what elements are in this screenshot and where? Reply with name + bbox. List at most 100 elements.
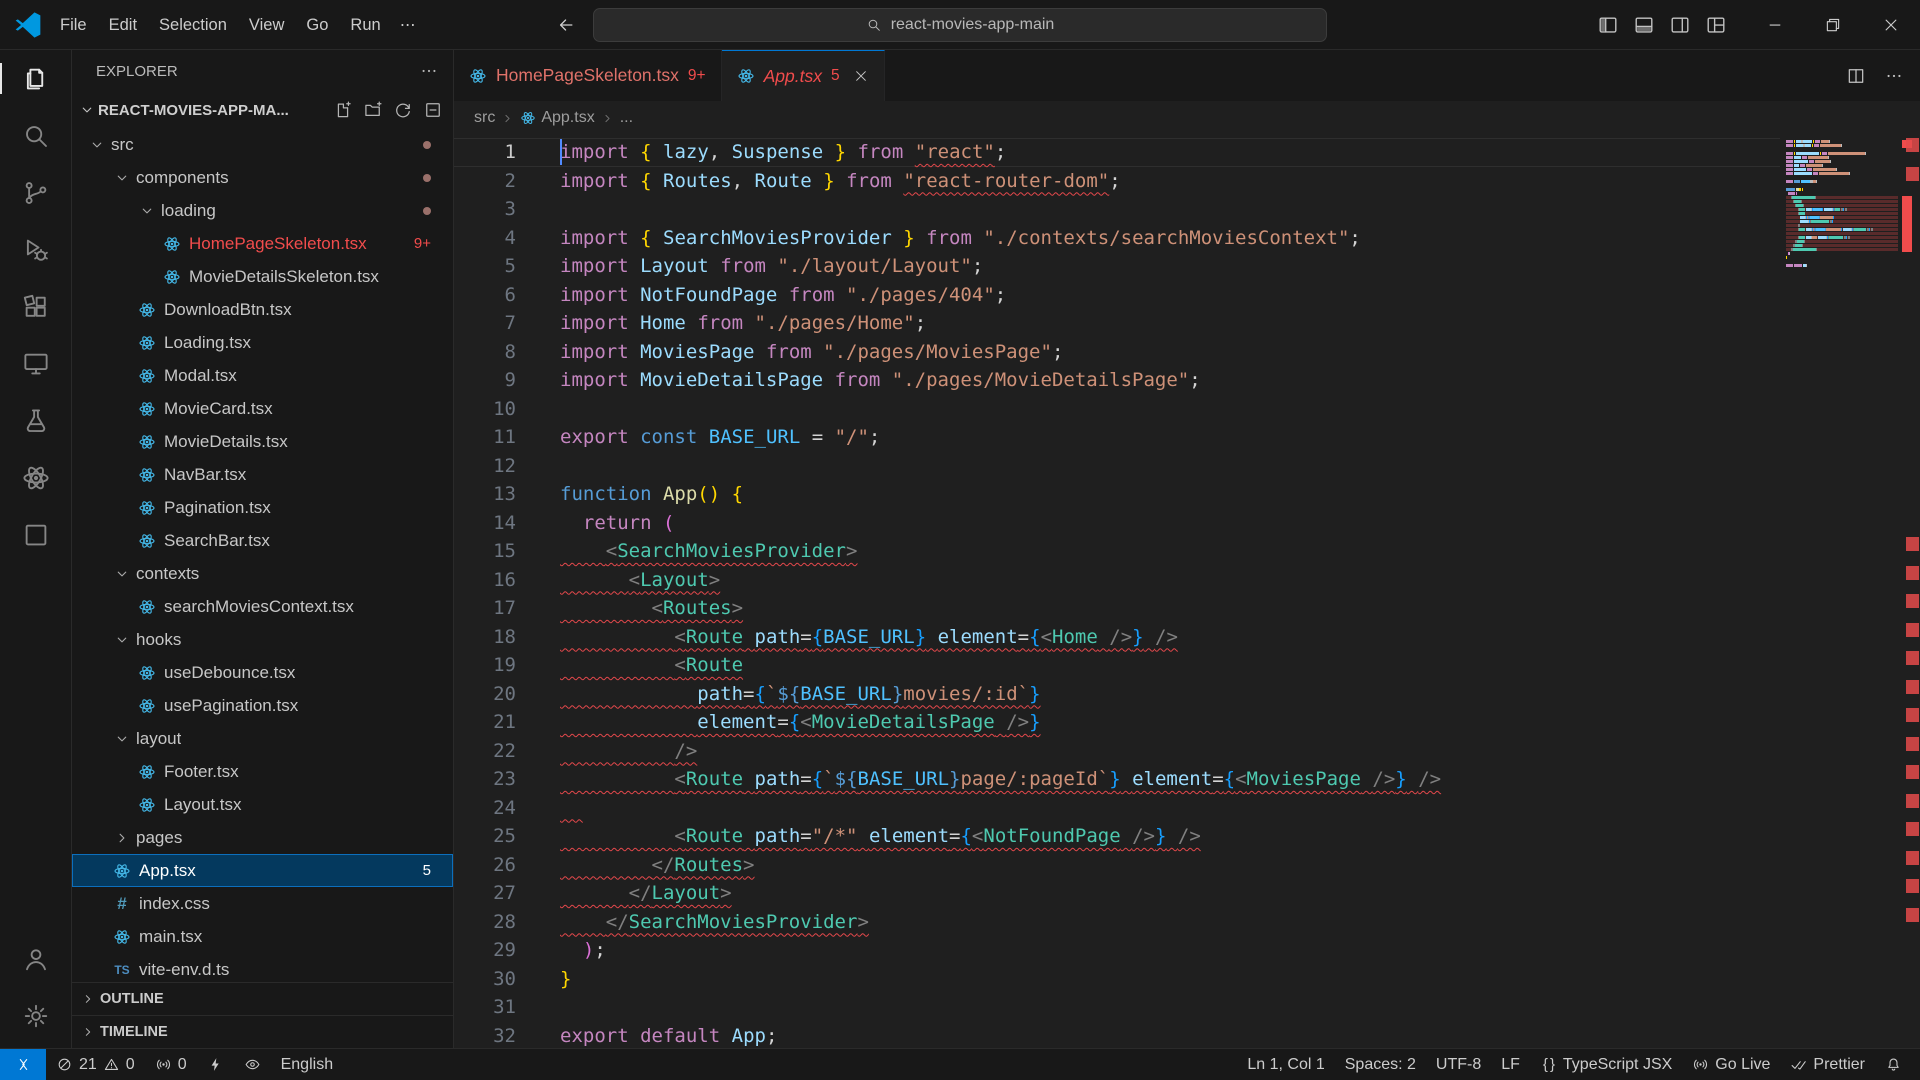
explorer-more-actions-icon[interactable] [419, 61, 439, 81]
folder-contexts[interactable]: contexts [72, 557, 453, 590]
code-line-18[interactable]: 18 <Route path={BASE_URL} element={<Home… [454, 623, 1780, 652]
code-line-32[interactable]: 32export default App; [454, 1022, 1780, 1049]
code-line-2[interactable]: 2import { Routes, Route } from "react-ro… [454, 167, 1780, 196]
toggle-secondary-sidebar-icon[interactable] [1669, 14, 1691, 36]
code-line-17[interactable]: 17 <Routes> [454, 594, 1780, 623]
status-spellcheck-language[interactable]: English [271, 1049, 343, 1080]
folder-src[interactable]: src [72, 128, 453, 161]
tab-close-icon[interactable] [853, 68, 869, 84]
close-icon[interactable] [1862, 0, 1920, 50]
file-DownloadBtn.tsx[interactable]: DownloadBtn.tsx [72, 293, 453, 326]
file-NavBar.tsx[interactable]: NavBar.tsx [72, 458, 453, 491]
code-line-8[interactable]: 8import MoviesPage from "./pages/MoviesP… [454, 338, 1780, 367]
activitybar-search[interactable] [0, 107, 72, 164]
menu-file[interactable]: File [49, 9, 98, 41]
status-go-live[interactable]: Go Live [1682, 1049, 1780, 1080]
status-notifications[interactable] [1875, 1049, 1912, 1080]
status-language-mode[interactable]: { }TypeScript JSX [1530, 1049, 1682, 1080]
folder-pages[interactable]: pages [72, 821, 453, 854]
activitybar-explorer[interactable] [0, 50, 72, 107]
status-problems[interactable]: 210 [46, 1049, 145, 1080]
folder-hooks[interactable]: hooks [72, 623, 453, 656]
activitybar-accounts[interactable] [0, 930, 72, 987]
tab-HomePageSkeleton.tsx[interactable]: HomePageSkeleton.tsx9+ [454, 50, 722, 101]
file-index.css[interactable]: #index.css [72, 887, 453, 920]
file-useDebounce.tsx[interactable]: useDebounce.tsx [72, 656, 453, 689]
code-line-24[interactable]: 24 [454, 794, 1780, 823]
code-line-31[interactable]: 31 [454, 993, 1780, 1022]
code-line-29[interactable]: 29 ); [454, 936, 1780, 965]
refresh-icon[interactable] [393, 100, 413, 120]
customize-layout-icon[interactable] [1705, 14, 1727, 36]
activitybar-run-and-debug[interactable] [0, 221, 72, 278]
status-ports[interactable]: 0 [145, 1049, 197, 1080]
timeline-section[interactable]: TIMELINE [72, 1015, 453, 1048]
code-line-7[interactable]: 7import Home from "./pages/Home"; [454, 309, 1780, 338]
status-cursor-position[interactable]: Ln 1, Col 1 [1237, 1049, 1334, 1080]
file-Loading.tsx[interactable]: Loading.tsx [72, 326, 453, 359]
menu-go[interactable]: Go [295, 9, 339, 41]
code-line-5[interactable]: 5import Layout from "./layout/Layout"; [454, 252, 1780, 281]
status-eol[interactable]: LF [1491, 1049, 1530, 1080]
file-vite-env.d.ts[interactable]: TSvite-env.d.ts [72, 953, 453, 982]
toggle-panel-icon[interactable] [1633, 14, 1655, 36]
activitybar-react-devtools[interactable] [0, 449, 72, 506]
overview-ruler[interactable] [1906, 135, 1919, 1048]
menu-edit[interactable]: Edit [98, 9, 148, 41]
code-line-30[interactable]: 30} [454, 965, 1780, 994]
file-App.tsx[interactable]: App.tsx5 [72, 854, 453, 887]
file-searchMoviesContext.tsx[interactable]: searchMoviesContext.tsx [72, 590, 453, 623]
code-line-27[interactable]: 27 </Layout> [454, 879, 1780, 908]
toggle-sidebar-icon[interactable] [1597, 14, 1619, 36]
split-editor-icon[interactable] [1846, 66, 1866, 86]
breadcrumb-item[interactable]: App.tsx [520, 109, 594, 127]
code-line-6[interactable]: 6import NotFoundPage from "./pages/404"; [454, 281, 1780, 310]
collapse-folders-icon[interactable] [423, 100, 443, 120]
code-line-21[interactable]: 21 element={<MovieDetailsPage />} [454, 708, 1780, 737]
project-root-row[interactable]: REACT-MOVIES-APP-MA... [72, 92, 453, 128]
menu-overflow-button[interactable]: ⋯ [392, 15, 424, 35]
back-icon[interactable] [556, 15, 576, 35]
code-line-20[interactable]: 20 path={`${BASE_URL}movies/:id`} [454, 680, 1780, 709]
code-line-28[interactable]: 28 </SearchMoviesProvider> [454, 908, 1780, 937]
folder-loading[interactable]: loading [72, 194, 453, 227]
code-line-13[interactable]: 13function App() { [454, 480, 1780, 509]
editor[interactable]: 1import { lazy, Suspense } from "react";… [454, 135, 1920, 1048]
activitybar-source-control[interactable] [0, 164, 72, 221]
code-line-4[interactable]: 4import { SearchMoviesProvider } from ".… [454, 224, 1780, 253]
code-line-26[interactable]: 26 </Routes> [454, 851, 1780, 880]
file-Pagination.tsx[interactable]: Pagination.tsx [72, 491, 453, 524]
new-folder-icon[interactable] [363, 100, 383, 120]
code-line-11[interactable]: 11export const BASE_URL = "/"; [454, 423, 1780, 452]
code-line-15[interactable]: 15 <SearchMoviesProvider> [454, 537, 1780, 566]
code-line-23[interactable]: 23 <Route path={`${BASE_URL}page/:pageId… [454, 765, 1780, 794]
code-line-14[interactable]: 14 return ( [454, 509, 1780, 538]
breadcrumb-item[interactable]: src [474, 109, 495, 127]
more-actions-icon[interactable] [1884, 66, 1904, 86]
activitybar-testing[interactable] [0, 392, 72, 449]
code-line-12[interactable]: 12 [454, 452, 1780, 481]
breadcrumb-item[interactable]: ... [620, 109, 633, 127]
minimap[interactable] [1786, 140, 1898, 268]
code-line-9[interactable]: 9import MovieDetailsPage from "./pages/M… [454, 366, 1780, 395]
file-MovieDetailsSkeleton.tsx[interactable]: MovieDetailsSkeleton.tsx [72, 260, 453, 293]
code-line-19[interactable]: 19 <Route [454, 651, 1780, 680]
code-line-25[interactable]: 25 <Route path="/*" element={<NotFoundPa… [454, 822, 1780, 851]
menu-run[interactable]: Run [339, 9, 391, 41]
file-MovieCard.tsx[interactable]: MovieCard.tsx [72, 392, 453, 425]
file-SearchBar.tsx[interactable]: SearchBar.tsx [72, 524, 453, 557]
activitybar-remote-explorer[interactable] [0, 335, 72, 392]
new-file-icon[interactable] [333, 100, 353, 120]
code-line-3[interactable]: 3 [454, 195, 1780, 224]
code-line-16[interactable]: 16 <Layout> [454, 566, 1780, 595]
status-watch[interactable] [234, 1049, 271, 1080]
menu-selection[interactable]: Selection [148, 9, 238, 41]
file-main.tsx[interactable]: main.tsx [72, 920, 453, 953]
status-encoding[interactable]: UTF-8 [1426, 1049, 1491, 1080]
activitybar-settings[interactable] [0, 987, 72, 1044]
status-remote-indicator[interactable] [0, 1049, 46, 1080]
file-Modal.tsx[interactable]: Modal.tsx [72, 359, 453, 392]
file-Footer.tsx[interactable]: Footer.tsx [72, 755, 453, 788]
file-usePagination.tsx[interactable]: usePagination.tsx [72, 689, 453, 722]
command-center-search[interactable]: react-movies-app-main [593, 8, 1327, 42]
